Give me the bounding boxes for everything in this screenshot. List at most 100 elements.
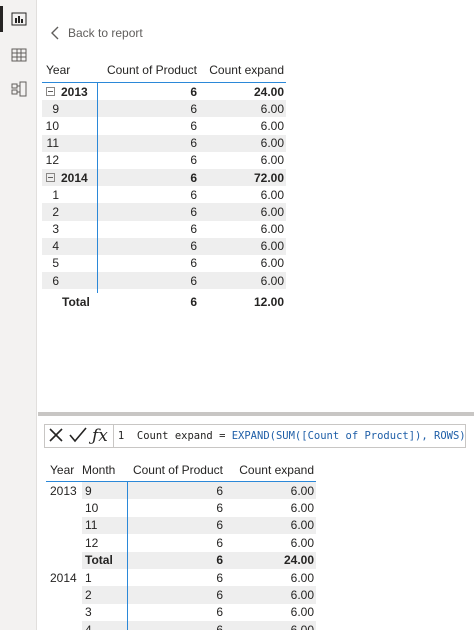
matrix-header-count-expand[interactable]: Count expand [199,63,286,77]
table-count-cell: 6 [127,586,225,604]
table-expand-cell: 24.00 [225,551,316,569]
report-view-icon [11,11,27,27]
report-canvas: Back to report Year Count of Product Cou… [38,0,474,412]
formula-line-number: 1 [117,430,125,442]
table-expand-cell: 6.00 [290,605,314,620]
matrix-expand-cell: 6.00 [260,273,284,288]
table-year-cell [46,534,82,551]
matrix-group-row: 2014 6 72.00 [42,168,286,187]
table-expand-cell: 6.00 [290,570,314,585]
table-count-cell: 6 [216,501,223,516]
matrix-row-label: 2013 [61,84,88,99]
table-year-cell [46,621,82,630]
table-body: 2013 9 6 6.00 10 6 6.00 11 6 6.00 12 6 6.00 Total 6 24.… [46,482,316,630]
table-expand-cell: 6.00 [225,621,316,630]
report-view-button[interactable] [0,2,37,36]
table-count-cell: 6 [216,570,223,585]
table-year-cell [46,604,82,621]
matrix-row-label: 7 [52,291,59,293]
formula-bar: ƒx 1 Count expand = EXPAND(SUM([Count of… [44,424,466,448]
cancel-formula-button[interactable] [45,425,67,447]
matrix-row-label: 2014 [61,170,88,185]
matrix-row-label: 5 [52,256,59,271]
expand-collapse-icon[interactable] [46,87,55,97]
table-header-month[interactable]: Month [82,463,127,477]
table-header-count-of-product[interactable]: Count of Product [127,463,225,477]
matrix-expand-cell: 6.00 [260,101,284,116]
back-to-report-link[interactable]: Back to report [50,26,143,40]
table-expand-cell: 6.00 [225,482,316,500]
matrix-count-cell: 6 [190,170,197,185]
table-header-year[interactable]: Year [46,463,82,477]
matrix-row-label: 2 [52,204,59,219]
matrix-body: 2013 6 24.00 9 6 6.00 10 6 6.00 11 6 6.00 12 6 6.00 201… [42,82,286,293]
table-year-cell [46,499,82,516]
formula-input[interactable]: 1 Count expand = EXPAND(SUM([Count of Pr… [114,430,465,442]
matrix-row-label: 10 [45,118,59,133]
back-to-report-label: Back to report [68,26,143,40]
table-header-count-expand[interactable]: Count expand [225,463,316,477]
table-row: 3 6 6.00 [46,604,316,621]
matrix-count-cell: 6 [190,239,197,254]
matrix-count-cell: 6 [190,118,197,133]
expand-collapse-icon[interactable] [46,173,55,183]
table-count-cell: 6 [127,551,225,569]
commit-formula-button[interactable] [67,425,89,447]
model-view-button[interactable] [0,72,37,106]
table-subtotal-row: Total 6 24.00 [46,551,316,569]
matrix-row: 11 6 6.00 [42,134,286,152]
data-view-icon [11,47,27,63]
fx-button[interactable]: ƒx [89,425,111,447]
table-row: 4 6 6.00 [46,621,316,630]
matrix-count-cell: 6 [190,204,197,219]
matrix-expand-cell: 6.00 [260,222,284,237]
fx-icon: ƒx [91,426,108,446]
table-year-cell [46,517,82,534]
matrix-row-label: 1 [52,187,59,202]
matrix-header-count-of-product[interactable]: Count of Product [99,63,199,77]
formula-measure-text: Count expand = [136,430,232,442]
back-chevron-icon [50,26,60,40]
table-row: 12 6 6.00 [46,534,316,551]
table-row: 10 6 6.00 [46,499,316,516]
matrix-count-cell: 6 [99,291,199,293]
matrix-row: 1 6 6.00 [42,186,286,203]
matrix-header-year[interactable]: Year [42,63,99,77]
matrix-row: 9 6 6.00 [42,100,286,118]
table-month-cell: 4 [82,621,127,630]
matrix-group-row: 2013 6 24.00 [42,83,286,100]
matrix-row: 12 6 6.00 [42,152,286,169]
table-header: Year Month Count of Product Count expand [46,458,316,482]
data-view-gutter [0,412,37,630]
table-month-cell: 1 [85,570,92,585]
table-expand-cell: 6.00 [225,586,316,604]
matrix-count-cell: 6 [190,273,197,288]
matrix-row: 766.00 [42,289,286,293]
table-expand-cell: 6.00 [225,516,316,535]
table-row: 2 6 6.00 [46,586,316,604]
matrix-header: Year Count of Product Count expand [42,58,286,82]
table-month-cell: 9 [82,482,127,500]
matrix-total-row: Total 6 12.00 [42,293,286,311]
matrix-row-label: 3 [52,222,59,237]
commit-icon [69,426,87,446]
matrix-row-label: 9 [52,101,59,116]
table-count-cell: 6 [127,482,225,500]
matrix-row: 3 6 6.00 [42,221,286,238]
table-month-cell: 12 [85,535,99,550]
matrix-count-cell: 6 [190,153,197,168]
matrix-row: 10 6 6.00 [42,117,286,134]
matrix-count-cell: 6 [190,256,197,271]
matrix-expand-cell: 6.00 [260,239,284,254]
table-count-cell: 6 [127,621,225,630]
matrix-expand-cell: 6.00 [260,256,284,271]
model-view-icon [11,81,27,97]
table-month-cell: 2 [82,586,127,604]
data-view-button[interactable] [0,38,37,72]
table-expand-cell: 6.00 [290,501,314,516]
matrix-row: 2 6 6.00 [42,203,286,221]
table-count-cell: 6 [216,535,223,550]
matrix-count-cell: 6 [190,187,197,202]
cancel-icon [48,427,64,446]
matrix-count-cell: 6 [190,101,197,116]
